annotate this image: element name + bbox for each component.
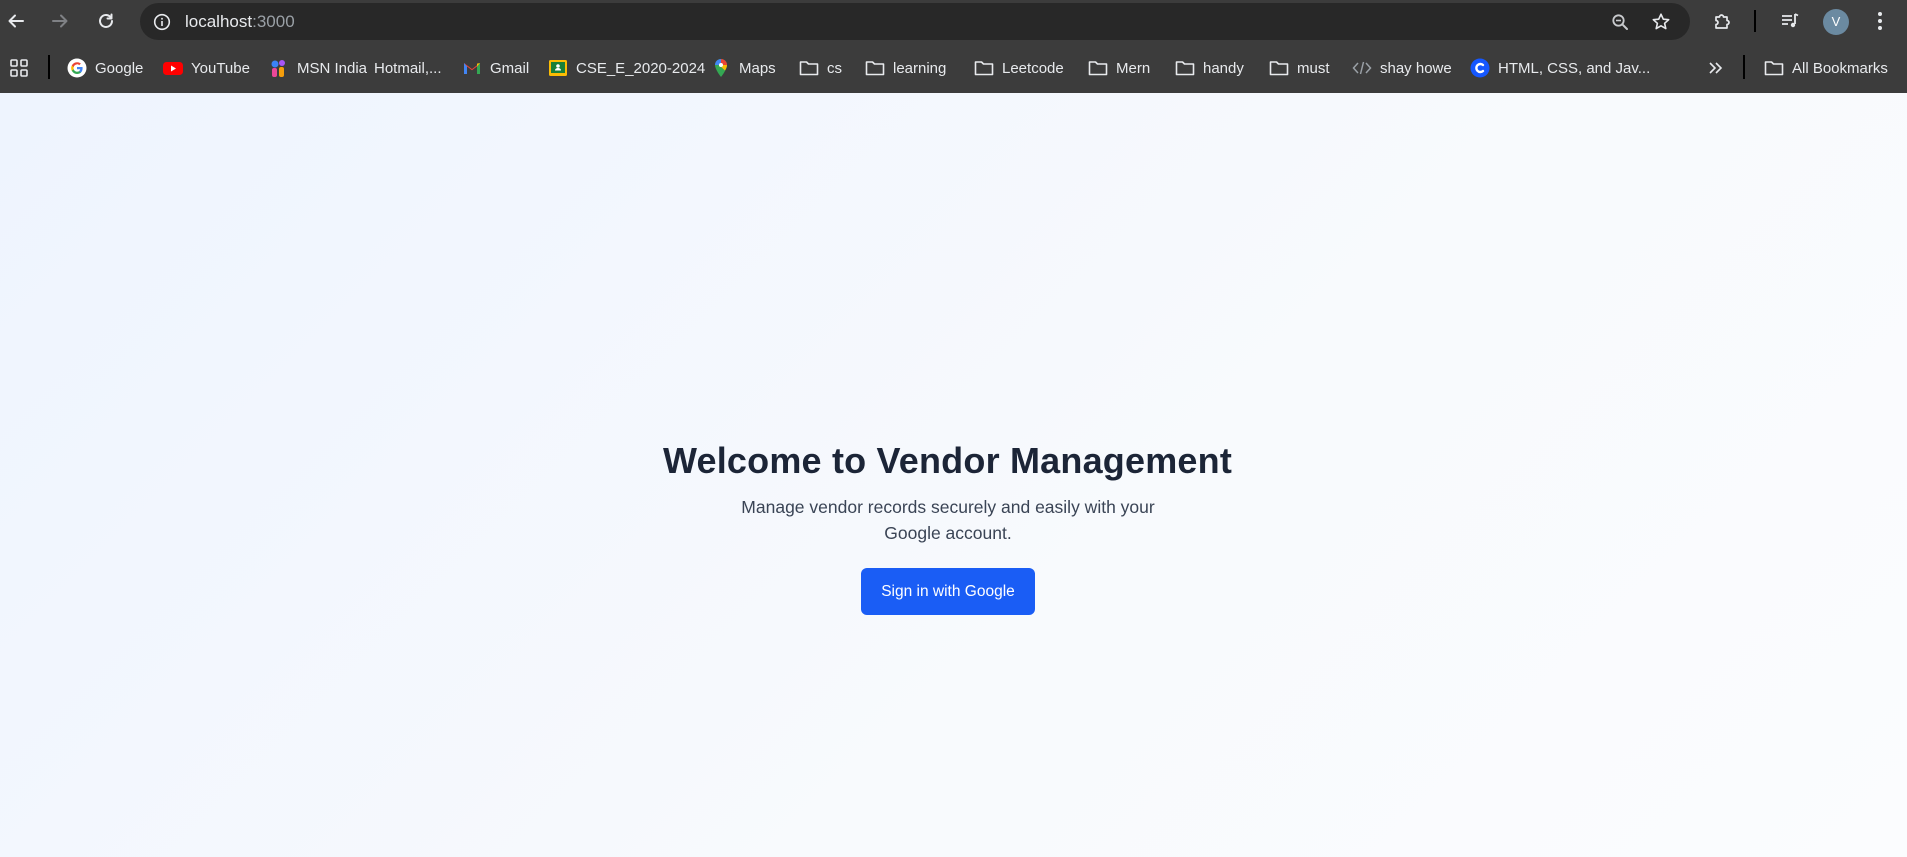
back-button[interactable] (1, 6, 31, 36)
forward-arrow-icon (52, 14, 68, 28)
bookmark-google[interactable]: Google (67, 55, 143, 81)
bookmark-html-css-js[interactable]: HTML, CSS, and Jav... (1470, 55, 1650, 81)
media-control-button[interactable] (1775, 6, 1805, 36)
reload-icon (99, 13, 113, 28)
bookmarks-divider (1743, 55, 1745, 79)
address-bar[interactable]: localhost:3000 (140, 3, 1690, 40)
apps-button[interactable] (9, 55, 29, 81)
bookmark-star-button[interactable] (1647, 8, 1674, 35)
bookmark-label: HTML, CSS, and Jav... (1498, 59, 1651, 77)
bookmark-label: YouTube (191, 59, 250, 77)
bookmark-label: Google (95, 59, 144, 77)
folder-icon (1175, 58, 1195, 78)
folder-icon (865, 58, 885, 78)
bookmark-label: handy (1203, 59, 1244, 77)
reload-button[interactable] (91, 6, 121, 36)
bookmark-hotmail[interactable]: Hotmail,... (374, 55, 442, 81)
bookmark-shay-howe[interactable]: shay howe (1352, 55, 1452, 81)
bookmarks-bar: Google YouTube MSN India Hotmail,... Gma… (0, 43, 1907, 93)
star-icon (1652, 12, 1669, 29)
bookmark-folder-mern[interactable]: Mern (1088, 55, 1150, 81)
browser-menu-button[interactable] (1865, 6, 1895, 36)
zoom-icon (1611, 13, 1628, 30)
folder-icon (1764, 58, 1784, 78)
gmail-icon (462, 58, 482, 78)
extensions-button[interactable] (1708, 6, 1738, 36)
bookmark-label: cs (827, 59, 842, 77)
msn-icon (269, 58, 289, 78)
puzzle-icon (1715, 14, 1730, 29)
bookmarks-overflow-button[interactable] (1705, 55, 1725, 81)
bookmark-label: must (1297, 59, 1330, 77)
bookmark-msn-india[interactable]: MSN India (269, 55, 367, 81)
bookmark-label: Maps (739, 59, 776, 77)
folder-icon (799, 58, 819, 78)
bookmark-folder-learning[interactable]: learning (865, 55, 946, 81)
bookmark-label: Leetcode (1002, 59, 1064, 77)
bookmark-label: shay howe (1380, 59, 1452, 77)
zoom-button[interactable] (1606, 8, 1633, 35)
apps-grid-icon (9, 58, 29, 78)
profile-avatar[interactable]: V (1823, 9, 1849, 35)
bookmark-label: MSN India (297, 59, 368, 77)
toolbar-divider (1754, 10, 1756, 32)
url-host: localhost (185, 12, 253, 31)
bookmark-maps[interactable]: Maps (711, 55, 776, 81)
google-icon (67, 58, 87, 78)
bookmark-label: learning (893, 59, 947, 77)
info-icon (153, 13, 170, 30)
bookmark-folder-handy[interactable]: handy (1175, 55, 1244, 81)
url-text[interactable]: localhost:3000 (185, 3, 295, 40)
page-content: Welcome to Vendor Management Manage vend… (0, 93, 1907, 857)
youtube-icon (163, 58, 183, 78)
media-queue-icon (1782, 13, 1799, 28)
folder-icon (1088, 58, 1108, 78)
bookmarks-divider (48, 55, 50, 79)
bookmark-label: Mern (1116, 59, 1151, 77)
sign-in-with-google-button[interactable]: Sign in with Google (861, 568, 1035, 615)
page-subtitle: Manage vendor records securely and easil… (741, 497, 1155, 543)
all-bookmarks-label: All Bookmarks (1792, 59, 1888, 77)
folder-icon (1269, 58, 1289, 78)
browser-toolbar: localhost:3000 V (0, 0, 1907, 43)
back-arrow-icon (8, 14, 24, 28)
bookmark-label: Gmail (490, 59, 530, 77)
bookmark-folder-cs[interactable]: cs (799, 55, 842, 81)
kebab-menu-icon (1878, 12, 1882, 30)
codecademy-icon (1470, 58, 1490, 78)
bookmark-label: Hotmail,... (374, 59, 442, 77)
forward-button[interactable] (45, 6, 75, 36)
url-port: :3000 (252, 12, 295, 31)
all-bookmarks-button[interactable]: All Bookmarks (1764, 55, 1888, 81)
bookmark-gmail[interactable]: Gmail (462, 55, 529, 81)
classroom-icon (548, 58, 568, 78)
bookmark-youtube[interactable]: YouTube (163, 55, 250, 81)
bookmark-cse-e-2020-2024[interactable]: CSE_E_2020-2024 (548, 55, 705, 81)
maps-pin-icon (711, 58, 731, 78)
double-chevron-right-icon (1705, 58, 1725, 78)
page-title: Welcome to Vendor Management (662, 440, 1233, 481)
code-icon (1352, 58, 1372, 78)
bookmark-folder-must[interactable]: must (1269, 55, 1330, 81)
folder-icon (974, 58, 994, 78)
bookmark-label: CSE_E_2020-2024 (576, 59, 706, 77)
bookmark-folder-leetcode[interactable]: Leetcode (974, 55, 1064, 81)
site-info-button[interactable] (148, 8, 175, 35)
